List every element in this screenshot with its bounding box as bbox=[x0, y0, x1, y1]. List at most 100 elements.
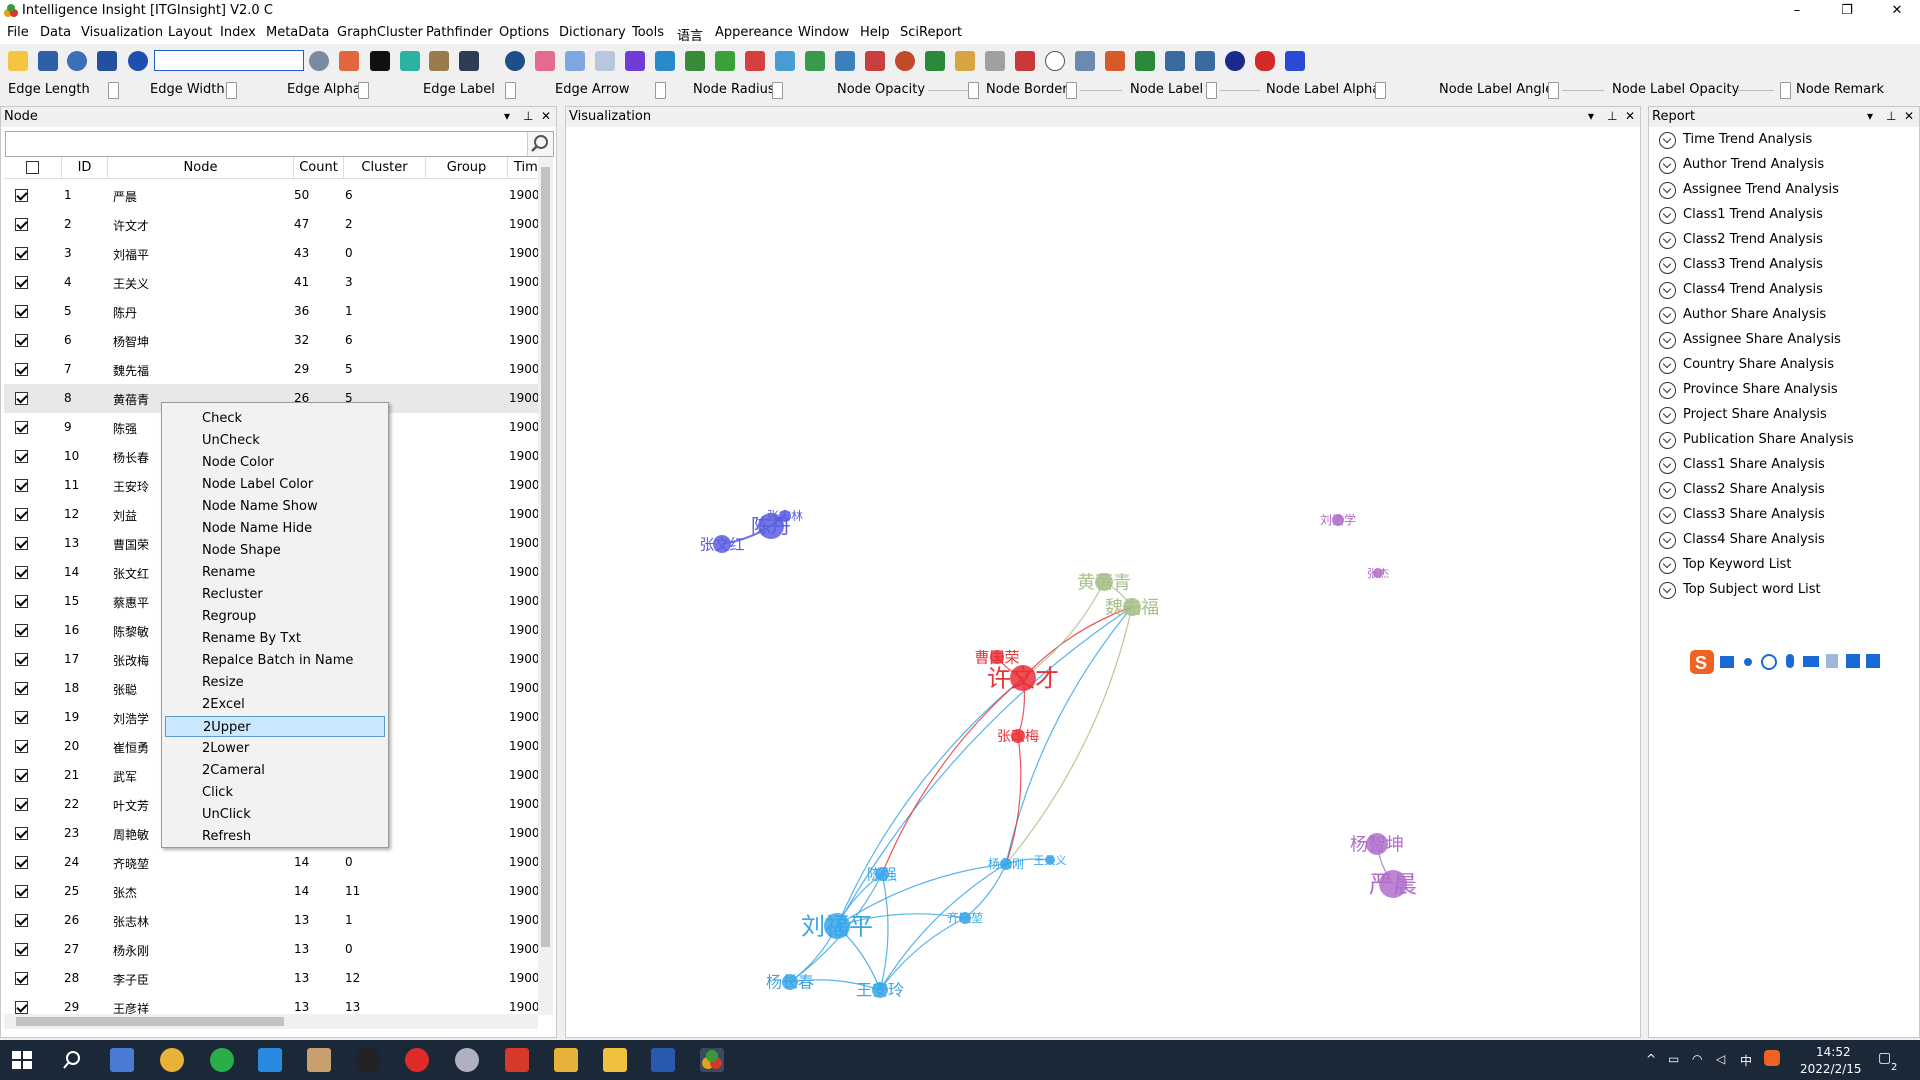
menu-appearance[interactable]: Appereance bbox=[715, 25, 793, 40]
graph-node-label[interactable]: 杨永刚 bbox=[988, 856, 1024, 871]
panel-close-icon[interactable]: ✕ bbox=[1904, 109, 1914, 123]
column-header-id[interactable]: ID bbox=[62, 157, 108, 179]
tray-expand-icon[interactable]: ^ bbox=[1646, 1052, 1656, 1066]
matrix-dots-icon[interactable] bbox=[715, 51, 735, 71]
image-icon[interactable] bbox=[1075, 51, 1095, 71]
row-checkbox[interactable] bbox=[15, 740, 28, 753]
node-search-input[interactable] bbox=[6, 132, 526, 156]
expand-chevron-icon[interactable] bbox=[1659, 407, 1676, 424]
expand-chevron-icon[interactable] bbox=[1659, 232, 1676, 249]
volume-icon[interactable]: ◁ bbox=[1716, 1052, 1725, 1066]
panel-close-icon[interactable]: ✕ bbox=[1625, 109, 1635, 123]
menu-dictionary[interactable]: Dictionary bbox=[559, 25, 626, 40]
mountain-icon[interactable] bbox=[835, 51, 855, 71]
3d-shape-icon[interactable] bbox=[505, 51, 525, 71]
menu-language[interactable]: 语言 bbox=[677, 25, 703, 44]
open-folder-icon[interactable] bbox=[8, 51, 28, 71]
table-row[interactable]: 7 魏先福 29 5 1900 bbox=[4, 355, 540, 384]
vscode-app-icon[interactable] bbox=[258, 1048, 282, 1072]
app-icon[interactable] bbox=[554, 1048, 578, 1072]
context-menu-item-refresh[interactable]: Refresh bbox=[165, 826, 385, 847]
expand-chevron-icon[interactable] bbox=[1659, 207, 1676, 224]
table-row[interactable]: 28 李子臣 13 12 1900 bbox=[4, 964, 540, 993]
ime-indicator[interactable]: 中 bbox=[1740, 1052, 1752, 1069]
search-icon[interactable] bbox=[527, 132, 553, 156]
document-icon[interactable] bbox=[1195, 51, 1215, 71]
expand-chevron-icon[interactable] bbox=[1659, 332, 1676, 349]
row-checkbox[interactable] bbox=[15, 769, 28, 782]
clock-date[interactable]: 2022/2/15 bbox=[1800, 1062, 1862, 1076]
row-checkbox[interactable] bbox=[15, 595, 28, 608]
refresh-arrows-icon[interactable] bbox=[865, 51, 885, 71]
person-icon[interactable] bbox=[1285, 51, 1305, 71]
graph-node-label[interactable]: 张杰 bbox=[1367, 567, 1389, 580]
node-radius-slider[interactable] bbox=[772, 82, 783, 99]
menu-window[interactable]: Window bbox=[798, 25, 849, 40]
edge-alpha-slider[interactable] bbox=[358, 82, 369, 99]
graph-node-label[interactable]: 齐晓堃 bbox=[947, 910, 983, 925]
table-row[interactable]: 26 张志林 13 1 1900 bbox=[4, 906, 540, 935]
column-header-cluster[interactable]: Cluster bbox=[344, 157, 426, 179]
sogou-tray-icon[interactable] bbox=[1764, 1050, 1780, 1066]
media-app-icon[interactable] bbox=[405, 1048, 429, 1072]
horizontal-scroll-thumb[interactable] bbox=[16, 1017, 284, 1026]
table-row[interactable]: 24 齐晓堃 14 0 1900 bbox=[4, 848, 540, 877]
graph-node-label[interactable]: 杨智坤 bbox=[1350, 834, 1404, 855]
ellipse-icon[interactable] bbox=[1045, 51, 1065, 71]
node-label-angle-slider[interactable] bbox=[1548, 82, 1559, 99]
context-menu-item-2upper[interactable]: 2Upper bbox=[165, 716, 385, 737]
row-checkbox[interactable] bbox=[15, 189, 28, 202]
node-style-icon[interactable] bbox=[370, 51, 390, 71]
context-menu-item-click[interactable]: Click bbox=[165, 782, 385, 803]
spreadsheet-icon[interactable] bbox=[1135, 51, 1155, 71]
graph-node-label[interactable]: 张文红 bbox=[699, 535, 744, 553]
expand-chevron-icon[interactable] bbox=[1659, 307, 1676, 324]
battery-icon[interactable]: ▭ bbox=[1668, 1052, 1679, 1066]
column-header-count[interactable]: Count bbox=[294, 157, 344, 179]
row-checkbox[interactable] bbox=[15, 885, 28, 898]
row-checkbox[interactable] bbox=[15, 972, 28, 985]
maximize-button[interactable]: ❐ bbox=[1824, 0, 1870, 22]
toolbar-search-input[interactable] bbox=[154, 50, 304, 71]
expand-chevron-icon[interactable] bbox=[1659, 432, 1676, 449]
itginsight-app-icon[interactable] bbox=[700, 1048, 724, 1072]
graph-node-label[interactable]: 王关义 bbox=[1034, 853, 1067, 867]
layer-icon[interactable] bbox=[1105, 51, 1125, 71]
menu-visualization[interactable]: Visualization bbox=[81, 25, 163, 40]
graph-node-label[interactable]: 刘福平 bbox=[801, 912, 873, 940]
row-checkbox[interactable] bbox=[15, 276, 28, 289]
network-graph-canvas[interactable]: 刘福平许文才严晨杨智坤黄蓓青魏先福曹国荣张改梅陈强杨长春 王安玲杨永刚齐晓堃陈丹张… bbox=[565, 126, 1641, 1038]
context-menu-item-rename-by-txt[interactable]: Rename By Txt bbox=[165, 628, 385, 649]
table-horizontal-scrollbar[interactable] bbox=[4, 1014, 538, 1029]
node-border-slider[interactable] bbox=[1066, 82, 1077, 99]
context-menu-item-rename[interactable]: Rename bbox=[165, 562, 385, 583]
table-vertical-scrollbar[interactable] bbox=[538, 157, 553, 1015]
notification-icon[interactable]: ▢ bbox=[1878, 1050, 1891, 1066]
graph-node-label[interactable]: 张志林 bbox=[767, 509, 803, 523]
table-row[interactable]: 27 杨永刚 13 0 1900 bbox=[4, 935, 540, 964]
row-checkbox[interactable] bbox=[15, 943, 28, 956]
chrome-app-icon[interactable] bbox=[160, 1048, 184, 1072]
expand-chevron-icon[interactable] bbox=[1659, 557, 1676, 574]
graph-node-label[interactable]: 刘浩学 bbox=[1320, 512, 1356, 527]
row-checkbox[interactable] bbox=[15, 247, 28, 260]
row-checkbox[interactable] bbox=[15, 624, 28, 637]
panel-dropdown-icon[interactable]: ▾ bbox=[1588, 109, 1594, 123]
node-label-alpha-slider[interactable] bbox=[1375, 82, 1386, 99]
line-icon[interactable] bbox=[1015, 51, 1035, 71]
panel-pin-icon[interactable]: ⊥ bbox=[1886, 109, 1896, 123]
menu-help[interactable]: Help bbox=[860, 25, 890, 40]
row-checkbox[interactable] bbox=[15, 653, 28, 666]
row-checkbox[interactable] bbox=[15, 334, 28, 347]
panel-pin-icon[interactable]: ⊥ bbox=[523, 109, 533, 123]
table-row[interactable]: 4 王关义 41 3 1900 bbox=[4, 268, 540, 297]
context-menu-item-2cameral[interactable]: 2Cameral bbox=[165, 760, 385, 781]
edge-length-slider[interactable] bbox=[108, 82, 119, 99]
row-checkbox[interactable] bbox=[15, 450, 28, 463]
pause-icon[interactable] bbox=[128, 51, 148, 71]
graph-node-label[interactable]: 许文才 bbox=[987, 664, 1059, 692]
row-checkbox[interactable] bbox=[15, 421, 28, 434]
color-grid-icon[interactable] bbox=[339, 51, 359, 71]
panel-dropdown-icon[interactable]: ▾ bbox=[1867, 109, 1873, 123]
process-icon[interactable] bbox=[67, 51, 87, 71]
